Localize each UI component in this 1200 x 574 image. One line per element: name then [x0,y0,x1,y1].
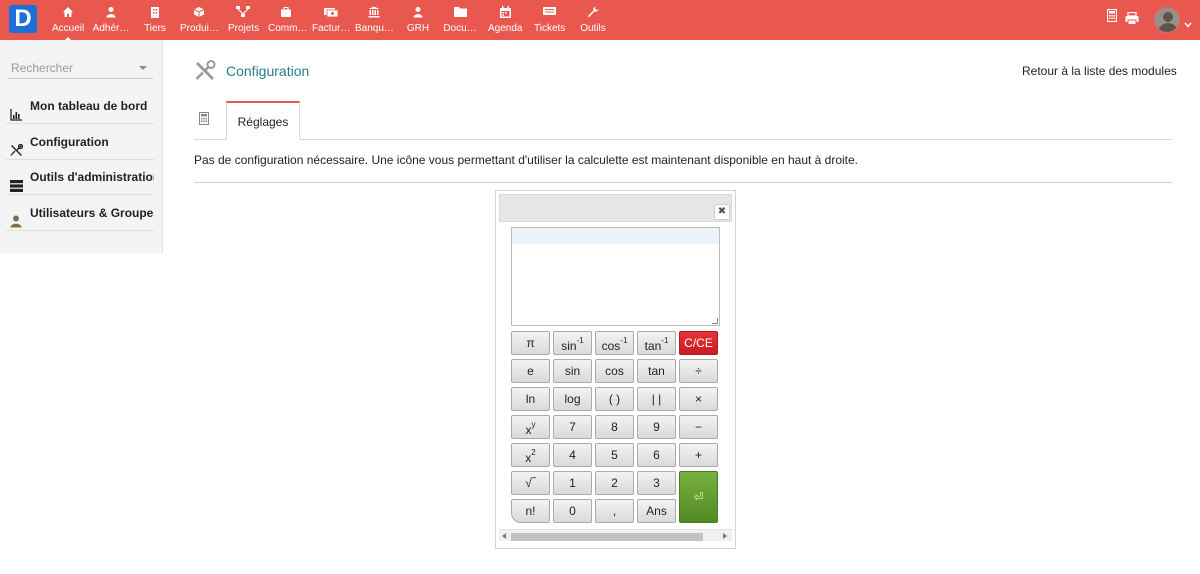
key-7[interactable]: 7 [553,415,592,439]
scroll-left-icon[interactable] [502,533,506,539]
tab-reglages[interactable]: Réglages [226,101,300,140]
key-1[interactable]: 1 [553,471,592,495]
key-divide[interactable]: ÷ [679,359,718,383]
building-icon [143,6,167,20]
ticket-icon [534,6,564,20]
key-tan[interactable]: tan [637,359,676,383]
key-factorial[interactable]: n! [511,499,550,523]
calculator-titlebar[interactable]: ✖ [499,194,732,222]
calculator-widget: ✖ π sin-1 cos-1 tan-1 C/CE e sin cos tan… [495,190,736,549]
sidebar-item-admin-tools[interactable]: Outils d'administration [6,160,154,195]
key-abs[interactable]: | | [637,387,676,411]
chart-icon [10,100,23,121]
key-log[interactable]: log [553,387,592,411]
calculator-icon[interactable] [199,112,209,130]
wrench-icon [580,6,606,20]
nav-outils[interactable]: Outils [580,6,606,38]
server-icon [10,171,23,192]
nav-accueil[interactable]: Accueil [52,6,84,42]
key-decimal[interactable]: , [595,499,634,523]
close-icon[interactable]: ✖ [714,204,730,220]
user-icon [10,207,23,228]
key-0[interactable]: 0 [553,499,592,523]
nav-projets[interactable]: Projets [228,6,259,38]
key-pi[interactable]: π [511,331,550,355]
key-sqrt[interactable]: √‾ [511,471,550,495]
user-icon [92,6,130,20]
tabs-divider [194,139,1172,140]
key-plus[interactable]: + [679,443,718,467]
sidebar: Rechercher Mon tableau de bord Configura… [0,40,163,253]
key-5[interactable]: 5 [595,443,634,467]
key-9[interactable]: 9 [637,415,676,439]
key-8[interactable]: 8 [595,415,634,439]
key-ln[interactable]: ln [511,387,550,411]
key-parentheses[interactable]: ( ) [595,387,634,411]
resize-handle[interactable] [712,318,718,324]
calculator-icon[interactable] [1106,8,1118,27]
tools-icon [194,60,216,87]
key-sin[interactable]: sin [553,359,592,383]
nav-tiers[interactable]: Tiers [143,6,167,38]
key-enter[interactable]: ⏎ [679,471,718,523]
scroll-right-icon[interactable] [723,533,727,539]
key-ans[interactable]: Ans [637,499,676,523]
search-input[interactable]: Rechercher [8,57,153,79]
scrollbar-thumb[interactable] [511,533,703,541]
key-multiply[interactable]: × [679,387,718,411]
nav-tickets[interactable]: Tickets [534,6,565,38]
back-to-modules-link[interactable]: Retour à la liste des modules [1022,64,1177,78]
key-clear[interactable]: C/CE [679,331,718,355]
key-asin[interactable]: sin-1 [553,331,592,355]
home-icon [52,6,84,20]
nav-facturation[interactable]: Factur… [312,6,350,38]
key-4[interactable]: 4 [553,443,592,467]
nav-agenda[interactable]: Agenda [488,6,522,38]
sidebar-item-configuration[interactable]: Configuration [6,125,154,160]
key-6[interactable]: 6 [637,443,676,467]
sidebar-item-users-groups[interactable]: Utilisateurs & Groupes [6,196,154,231]
cube-icon [180,6,218,20]
horizontal-scrollbar[interactable] [499,529,732,541]
money-icon [312,6,350,20]
folder-icon [441,6,479,20]
key-power[interactable]: xy [511,415,550,439]
nav-commercial[interactable]: Comm… [268,6,307,38]
tools-icon [10,136,24,156]
chevron-down-icon[interactable] [139,66,147,70]
sidebar-item-dashboard[interactable]: Mon tableau de bord [6,89,154,124]
sitemap-icon [228,6,258,20]
briefcase-icon [268,6,304,20]
calculator-display[interactable] [511,227,720,326]
chevron-down-icon[interactable] [1184,15,1192,33]
key-atan[interactable]: tan-1 [637,331,676,355]
key-3[interactable]: 3 [637,471,676,495]
print-icon[interactable] [1125,11,1139,30]
nav-produits[interactable]: Produi… [180,6,219,38]
config-description: Pas de configuration nécessaire. Une icô… [194,153,859,167]
nav-banque[interactable]: Banqu… [355,6,394,38]
nav-documents[interactable]: Docu… [441,6,479,38]
key-minus[interactable]: − [679,415,718,439]
top-navbar: D Accueil Adhér… Tiers Produi… Projets C… [0,0,1200,42]
key-2[interactable]: 2 [595,471,634,495]
nav-adherents[interactable]: Adhér… [92,6,130,38]
app-logo[interactable]: D [9,5,37,33]
key-cos[interactable]: cos [595,359,634,383]
nav-grh[interactable]: GRH [405,6,431,38]
person-icon [405,6,431,20]
page-title: Configuration [226,63,310,79]
key-e[interactable]: e [511,359,550,383]
key-acos[interactable]: cos-1 [595,331,634,355]
divider [194,182,1172,183]
key-square[interactable]: x2 [511,443,550,467]
avatar[interactable] [1154,7,1180,33]
bank-icon [355,6,393,20]
display-current-line [512,228,719,244]
calendar-icon [488,6,522,20]
